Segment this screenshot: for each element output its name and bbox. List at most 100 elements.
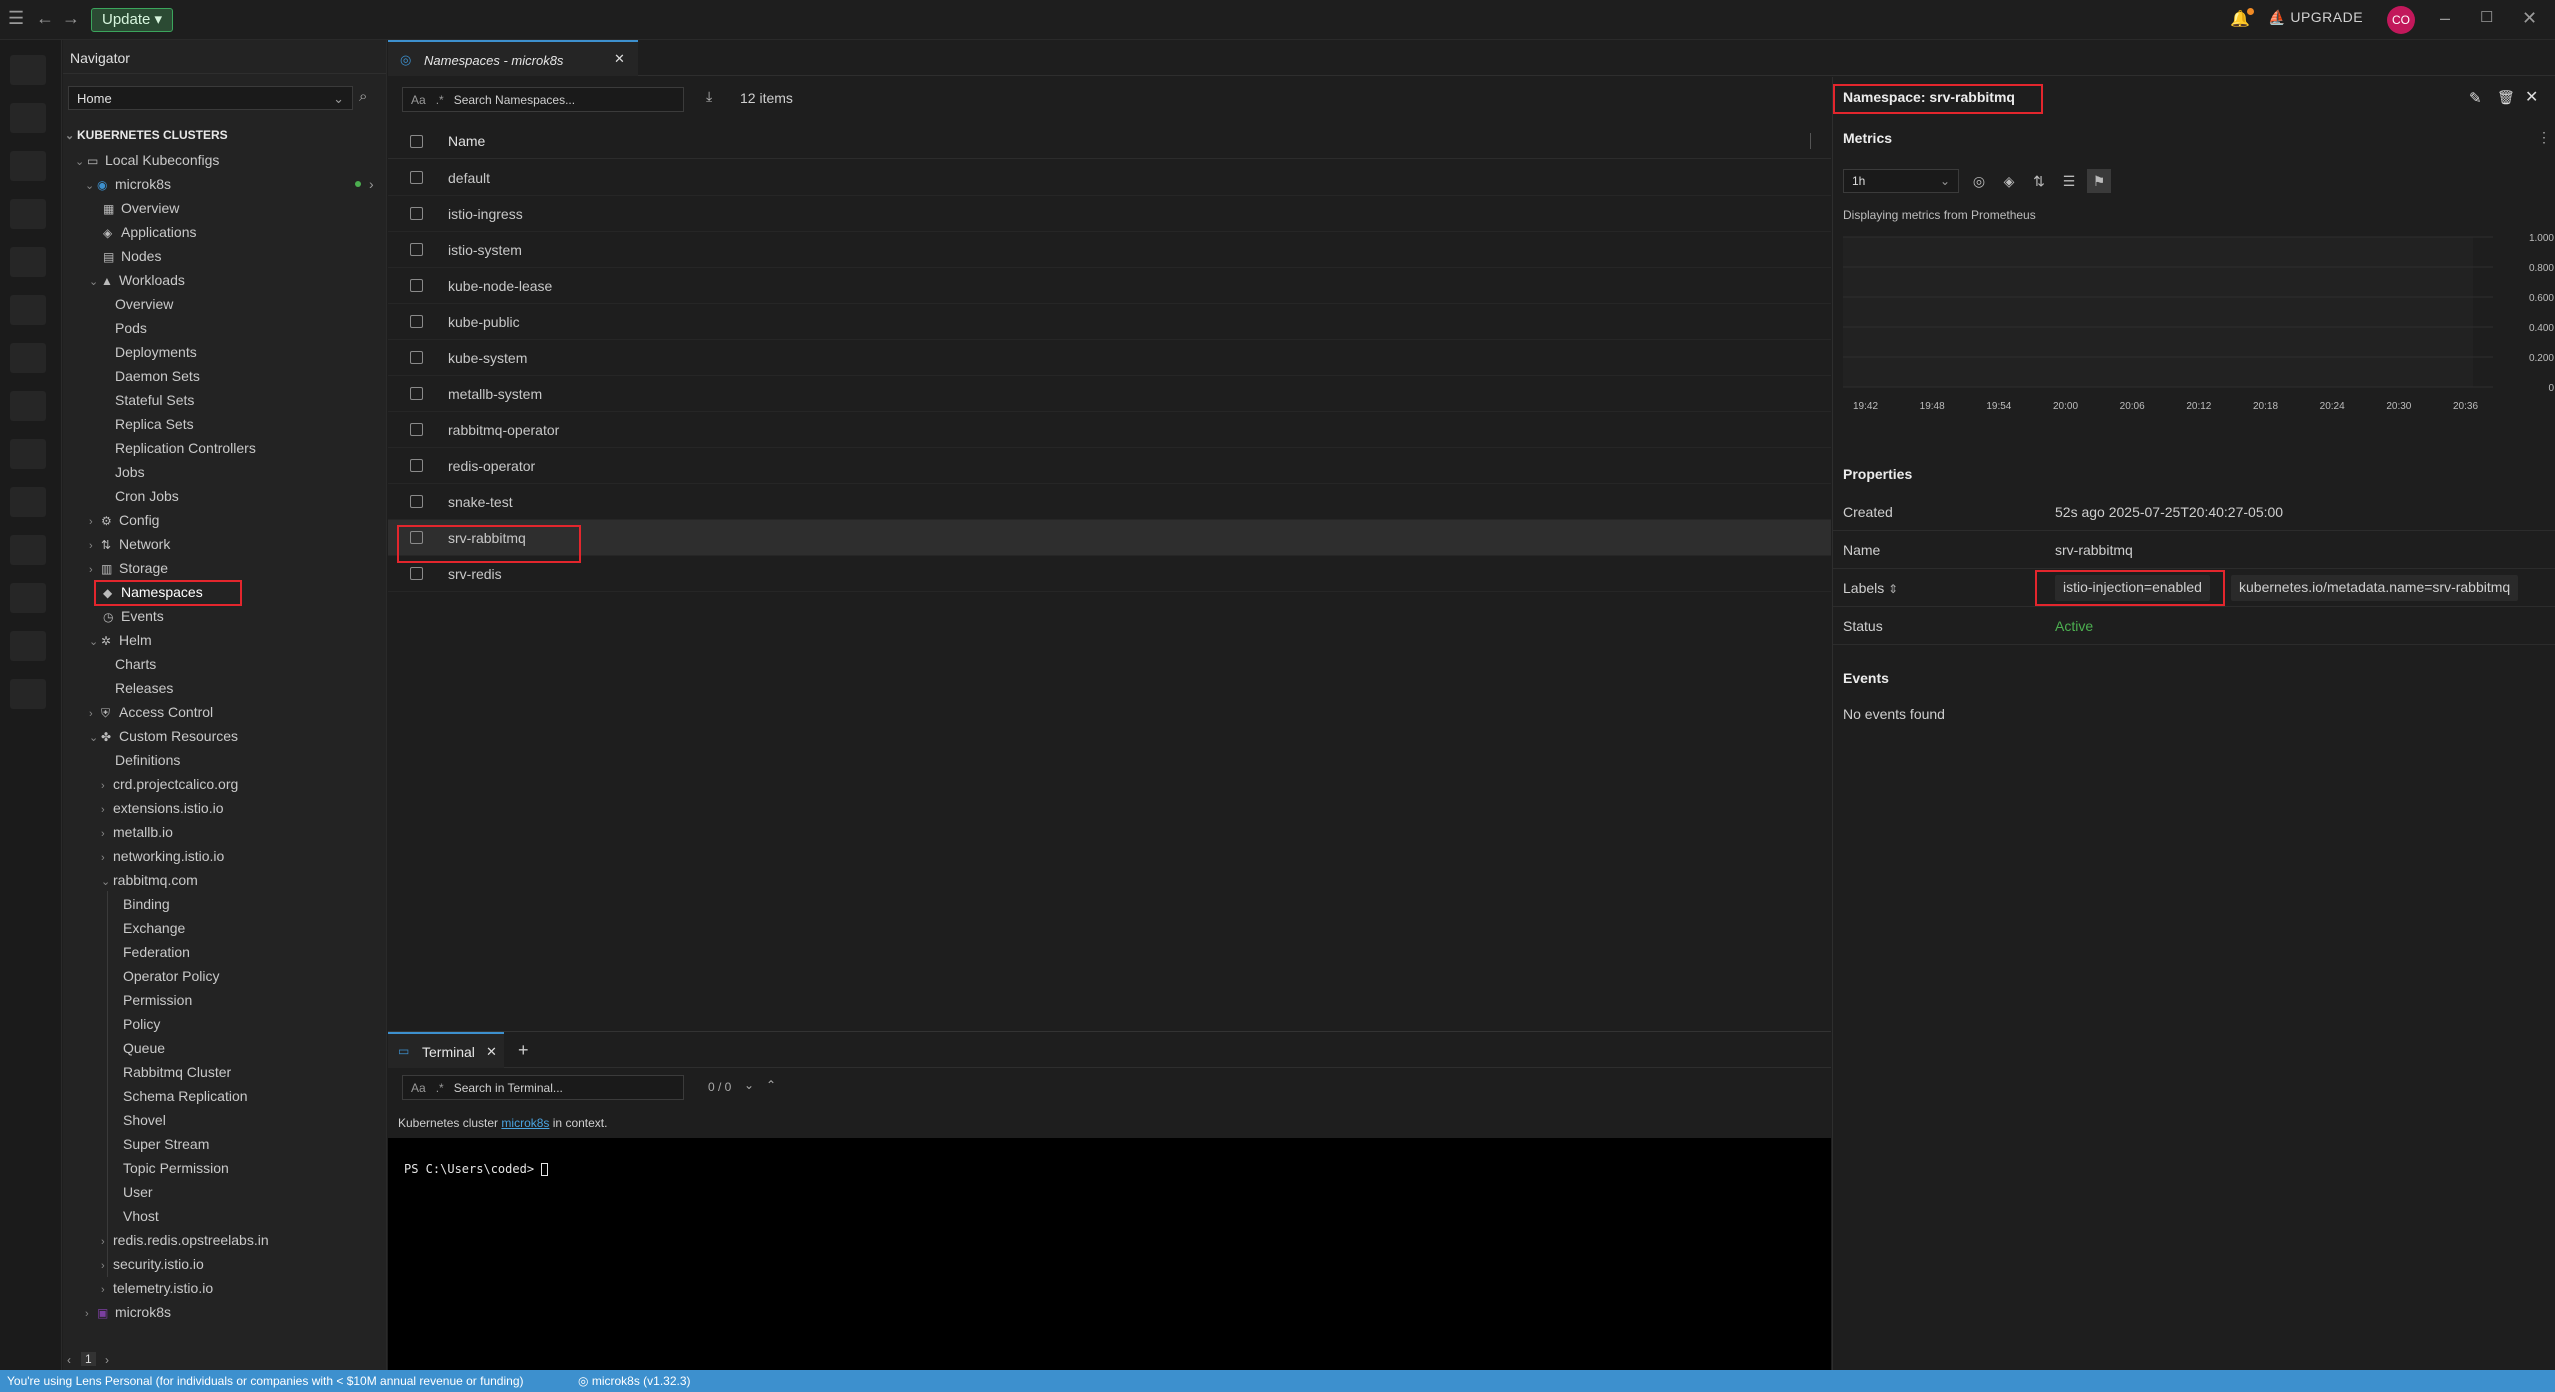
hotbar-item[interactable] bbox=[10, 391, 46, 421]
sidebar-item-federation[interactable]: Federation bbox=[123, 941, 190, 963]
hotbar-item[interactable] bbox=[10, 439, 46, 469]
row-checkbox[interactable] bbox=[410, 567, 423, 580]
filesystem-metrics-icon[interactable]: ☰ bbox=[2057, 169, 2081, 193]
flag-icon[interactable]: ⚑ bbox=[2087, 169, 2111, 193]
sidebar-item-rabbitmq-cluster[interactable]: Rabbitmq Cluster bbox=[123, 1061, 231, 1083]
hotbar-item[interactable] bbox=[10, 631, 46, 661]
column-header-name[interactable]: Name bbox=[448, 133, 485, 149]
metrics-range-select[interactable]: 1h ⌄ bbox=[1843, 169, 1959, 193]
minimize-icon[interactable]: – bbox=[2440, 8, 2450, 29]
sidebar-item-helm[interactable]: ⌄ ✲ Helm bbox=[89, 629, 152, 651]
table-row[interactable]: kube-public bbox=[388, 304, 1831, 340]
upgrade-button[interactable]: ⛵ UPGRADE bbox=[2268, 9, 2363, 26]
column-divider[interactable] bbox=[1810, 133, 1811, 149]
sidebar-item-rabbitmq[interactable]: ⌄ rabbitmq.com bbox=[101, 869, 198, 891]
chevron-down-icon[interactable]: ⌄ bbox=[744, 1078, 754, 1092]
row-checkbox[interactable] bbox=[410, 171, 423, 184]
maximize-icon[interactable]: ☐ bbox=[2480, 8, 2493, 26]
sidebar-item-deployments[interactable]: Deployments bbox=[115, 341, 197, 363]
row-checkbox[interactable] bbox=[410, 279, 423, 292]
hotbar-item[interactable] bbox=[10, 199, 46, 229]
sidebar-item-security-istio[interactable]: › security.istio.io bbox=[101, 1253, 204, 1275]
sidebar-item-workloads[interactable]: ⌄ ▲ Workloads bbox=[89, 269, 185, 291]
edit-pencil-icon[interactable]: ✎ bbox=[2469, 89, 2482, 107]
hotbar-item[interactable] bbox=[10, 535, 46, 565]
sidebar-item-exchange[interactable]: Exchange bbox=[123, 917, 185, 939]
sidebar-item-daemon-sets[interactable]: Daemon Sets bbox=[115, 365, 200, 387]
tree-item-microk8s-cluster[interactable]: › ▣ microk8s bbox=[85, 1301, 171, 1323]
chevron-left-icon[interactable]: ‹ bbox=[67, 1353, 71, 1367]
table-row[interactable]: istio-system bbox=[388, 232, 1831, 268]
sidebar-item-crd-projectcalico[interactable]: › crd.projectcalico.org bbox=[101, 773, 238, 795]
forward-arrow-icon[interactable]: → bbox=[62, 8, 80, 29]
row-checkbox[interactable] bbox=[410, 423, 423, 436]
add-terminal-icon[interactable]: + bbox=[518, 1040, 529, 1061]
table-row[interactable]: kube-node-lease bbox=[388, 268, 1831, 304]
chevron-right-icon[interactable]: › bbox=[105, 1353, 109, 1367]
table-row[interactable]: istio-ingress bbox=[388, 196, 1831, 232]
sidebar-item-stateful-sets[interactable]: Stateful Sets bbox=[115, 389, 194, 411]
hotbar-item[interactable] bbox=[10, 151, 46, 181]
tree-section-kubernetes-clusters[interactable]: ⌄ KUBERNETES CLUSTERS bbox=[65, 124, 228, 146]
close-window-icon[interactable]: ✕ bbox=[2522, 8, 2537, 29]
sidebar-item-access-control[interactable]: › ⛨ Access Control bbox=[89, 701, 213, 723]
sidebar-item-operator-policy[interactable]: Operator Policy bbox=[123, 965, 219, 987]
sidebar-item-permission[interactable]: Permission bbox=[123, 989, 192, 1011]
tree-item-cluster-microk8s[interactable]: ⌄ ◉ microk8s › bbox=[85, 173, 385, 195]
table-row[interactable]: srv-rabbitmq bbox=[388, 520, 1831, 556]
select-all-checkbox[interactable] bbox=[410, 135, 423, 148]
hotbar-item[interactable] bbox=[10, 55, 46, 85]
sidebar-item-extensions-istio[interactable]: › extensions.istio.io bbox=[101, 797, 224, 819]
sidebar-item-schema-replication[interactable]: Schema Replication bbox=[123, 1085, 248, 1107]
sidebar-item-workloads-overview[interactable]: Overview bbox=[115, 293, 173, 315]
sidebar-item-network[interactable]: › ⇅ Network bbox=[89, 533, 170, 555]
hotbar-item[interactable] bbox=[10, 679, 46, 709]
tab-terminal[interactable]: ▭ Terminal ✕ bbox=[388, 1032, 504, 1068]
search-icon[interactable]: ⌕ bbox=[359, 88, 367, 105]
search-input[interactable]: Aa .* Search Namespaces... bbox=[402, 87, 684, 112]
navigator-select[interactable]: Home ⌄ bbox=[68, 86, 353, 110]
tab-namespaces[interactable]: ◎ Namespaces - microk8s ✕ bbox=[388, 40, 638, 76]
hamburger-menu-icon[interactable]: ☰ bbox=[8, 8, 24, 29]
sidebar-item-jobs[interactable]: Jobs bbox=[115, 461, 145, 483]
terminal-search-input[interactable]: Aa .* Search in Terminal... bbox=[402, 1075, 684, 1100]
back-arrow-icon[interactable]: ← bbox=[36, 8, 54, 29]
row-checkbox[interactable] bbox=[410, 207, 423, 220]
table-row[interactable]: srv-redis bbox=[388, 556, 1831, 592]
sidebar-item-user[interactable]: User bbox=[123, 1181, 153, 1203]
match-case-icon[interactable]: Aa bbox=[411, 1081, 426, 1095]
more-vertical-icon[interactable]: ⋮ bbox=[2537, 129, 2551, 146]
table-row[interactable]: metallb-system bbox=[388, 376, 1831, 412]
sidebar-item-replication-controllers[interactable]: Replication Controllers bbox=[115, 437, 256, 459]
sidebar-item-metallb[interactable]: › metallb.io bbox=[101, 821, 173, 843]
hotbar-item[interactable] bbox=[10, 343, 46, 373]
sidebar-item-shovel[interactable]: Shovel bbox=[123, 1109, 166, 1131]
sidebar-item-policy[interactable]: Policy bbox=[123, 1013, 160, 1035]
close-icon[interactable]: ✕ bbox=[486, 1044, 497, 1060]
avatar[interactable]: CO bbox=[2387, 6, 2415, 34]
table-row[interactable]: kube-system bbox=[388, 340, 1831, 376]
update-button[interactable]: Update ▾ bbox=[91, 8, 174, 32]
terminal-prompt[interactable]: PS C:\Users\coded> bbox=[404, 1162, 549, 1176]
cpu-metrics-icon[interactable]: ◎ bbox=[1967, 169, 1991, 193]
expand-toggle-icon[interactable]: ⇕ bbox=[1888, 582, 1898, 596]
sidebar-item-storage[interactable]: › ▥ Storage bbox=[89, 557, 168, 579]
hotbar-item[interactable] bbox=[10, 487, 46, 517]
hotbar-item[interactable] bbox=[10, 247, 46, 277]
sidebar-item-charts[interactable]: Charts bbox=[115, 653, 156, 675]
sidebar-item-config[interactable]: › ⚙ Config bbox=[89, 509, 159, 531]
match-case-icon[interactable]: Aa bbox=[411, 93, 426, 107]
chevron-up-icon[interactable]: ⌃ bbox=[766, 1078, 776, 1092]
sidebar-item-redis-opstreelabs[interactable]: › redis.redis.opstreelabs.in bbox=[101, 1229, 269, 1251]
table-row[interactable]: redis-operator bbox=[388, 448, 1831, 484]
network-metrics-icon[interactable]: ⇅ bbox=[2027, 169, 2051, 193]
sidebar-item-queue[interactable]: Queue bbox=[123, 1037, 165, 1059]
close-icon[interactable]: ✕ bbox=[614, 51, 625, 67]
sidebar-item-cron-jobs[interactable]: Cron Jobs bbox=[115, 485, 179, 507]
table-row[interactable]: default bbox=[388, 160, 1831, 196]
sidebar-item-overview[interactable]: ▦ Overview bbox=[103, 197, 179, 219]
sidebar-item-networking-istio[interactable]: › networking.istio.io bbox=[101, 845, 224, 867]
trash-icon[interactable]: 🗑 bbox=[2497, 89, 2515, 106]
regex-icon[interactable]: .* bbox=[436, 1081, 444, 1095]
sidebar-item-replica-sets[interactable]: Replica Sets bbox=[115, 413, 194, 435]
